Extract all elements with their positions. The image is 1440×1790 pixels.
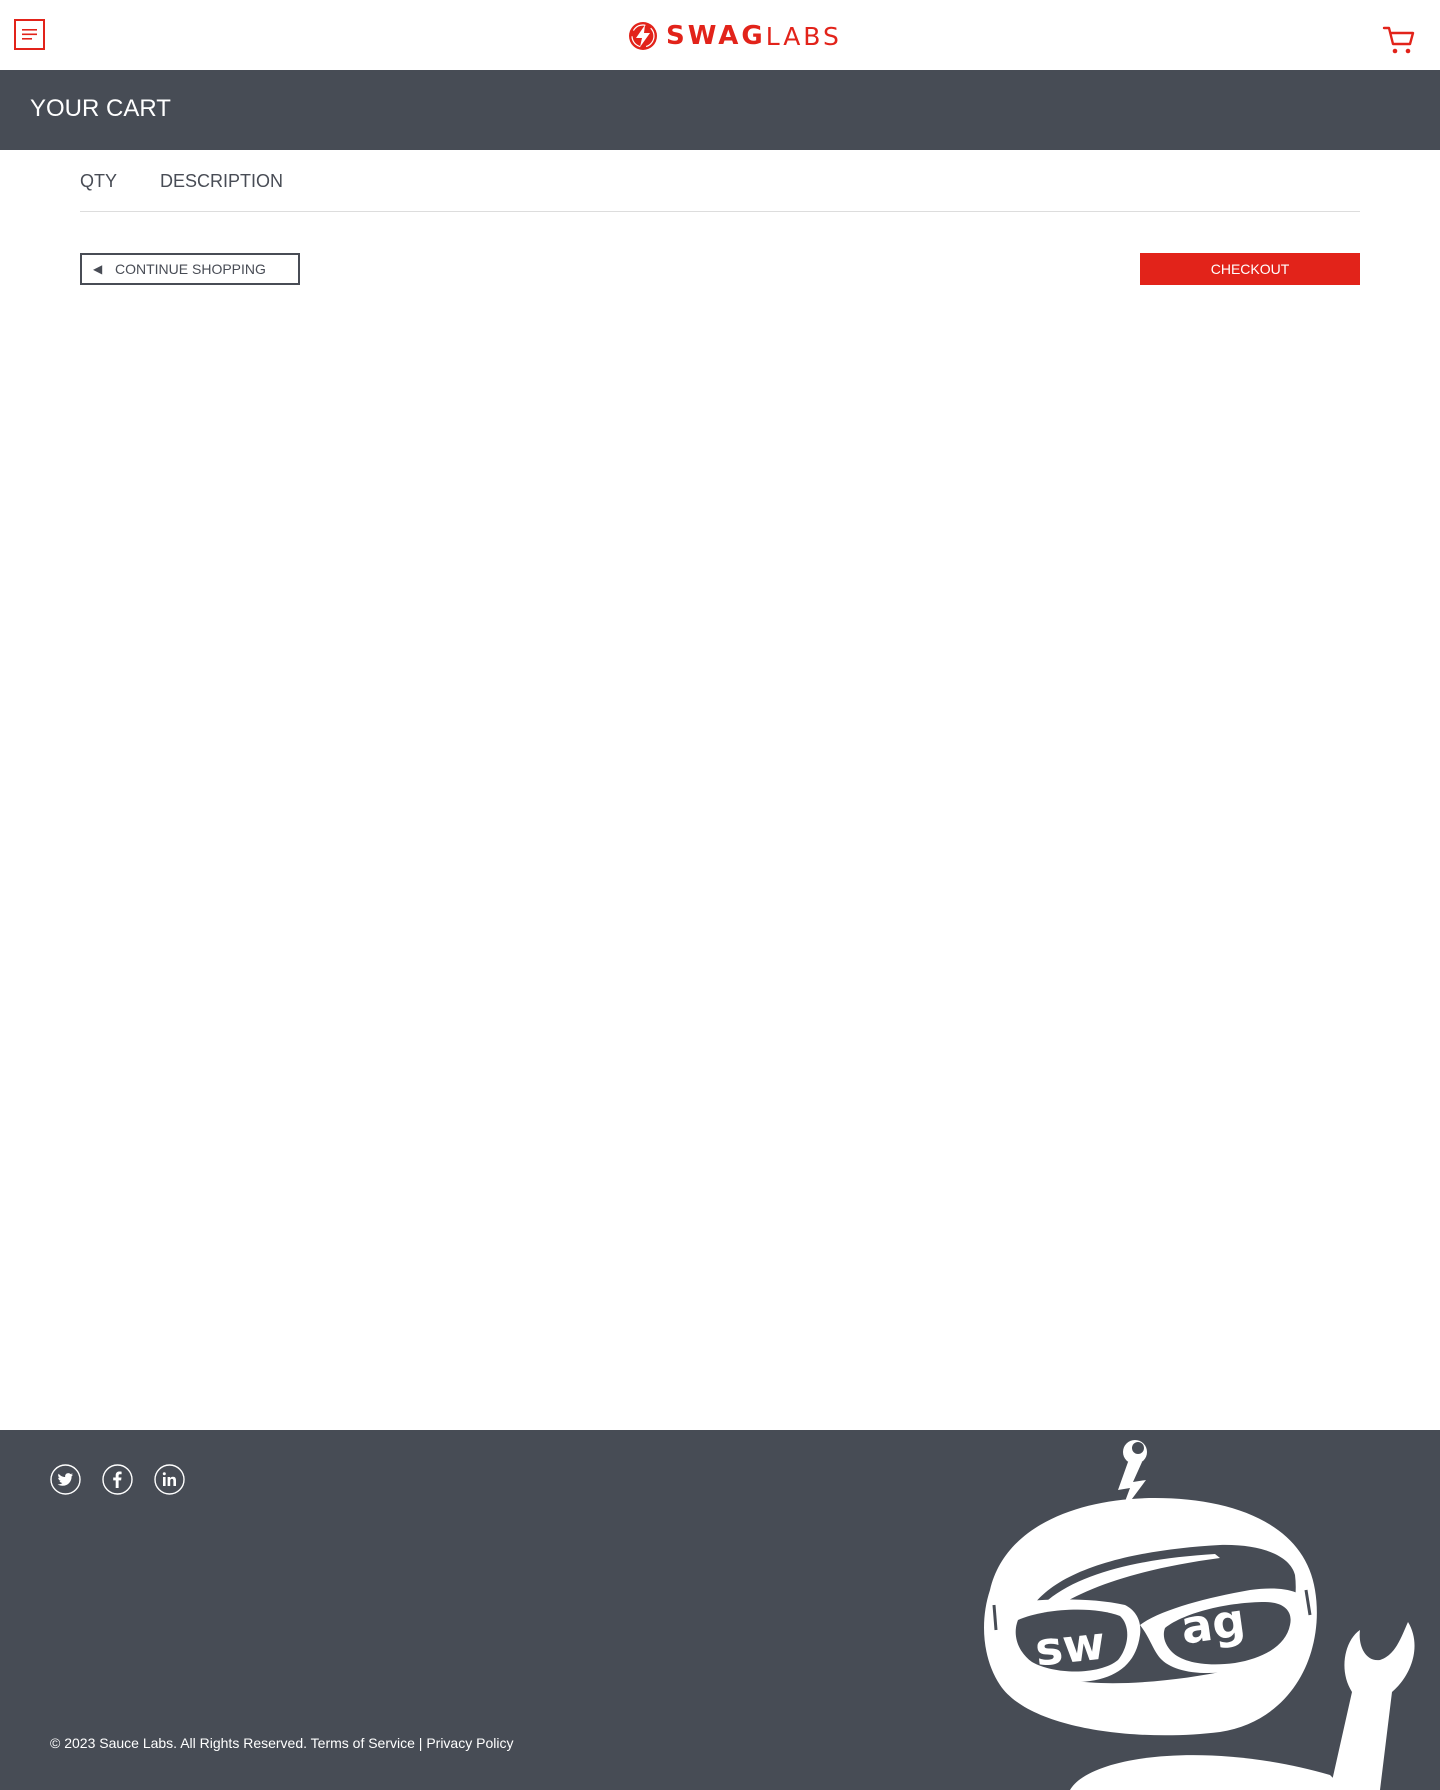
continue-shopping-button[interactable]: ◀ CONTINUE SHOPPING [80, 253, 300, 285]
menu-button[interactable] [14, 19, 45, 50]
swag-labs-logo-icon [629, 22, 657, 50]
logo-wordmark-bold: SWAG [666, 21, 766, 51]
twitter-icon [50, 1464, 81, 1495]
page-title-bar: YOUR CART [0, 70, 1440, 150]
twitter-link[interactable] [50, 1464, 81, 1495]
footer: © 2023 Sauce Labs. All Rights Reserved. … [0, 1430, 1440, 1790]
qty-column-label: QTY [80, 171, 118, 191]
back-arrow-icon: ◀ [93, 262, 103, 276]
checkout-button[interactable]: CHECKOUT [1140, 253, 1360, 285]
hamburger-menu-icon [22, 29, 37, 40]
facebook-link[interactable] [102, 1464, 133, 1495]
app-logo: SWAG LABS [628, 18, 842, 54]
svg-text:ag: ag [1178, 1592, 1249, 1654]
page-title: YOUR CART [30, 95, 171, 122]
continue-shopping-label: CONTINUE SHOPPING [115, 261, 266, 277]
logo-wordmark-light: LABS [765, 21, 842, 51]
cart-list-header: QTY DESCRIPTION [80, 150, 1360, 212]
description-column-label: DESCRIPTION [160, 171, 284, 191]
linkedin-link[interactable] [154, 1464, 185, 1495]
shopping-cart-link[interactable] [1382, 24, 1416, 56]
facebook-icon [102, 1464, 133, 1495]
linkedin-icon [154, 1464, 185, 1495]
svg-text:sw: sw [1032, 1615, 1107, 1676]
swag-bot-mascot-icon: sw ag [984, 1440, 1415, 1790]
app-header: SWAG LABS [0, 0, 1440, 70]
shopping-cart-icon [1382, 26, 1415, 54]
cart-list: QTY DESCRIPTION [80, 150, 1360, 212]
copyright-text: © 2023 Sauce Labs. All Rights Reserved. … [50, 1735, 514, 1751]
